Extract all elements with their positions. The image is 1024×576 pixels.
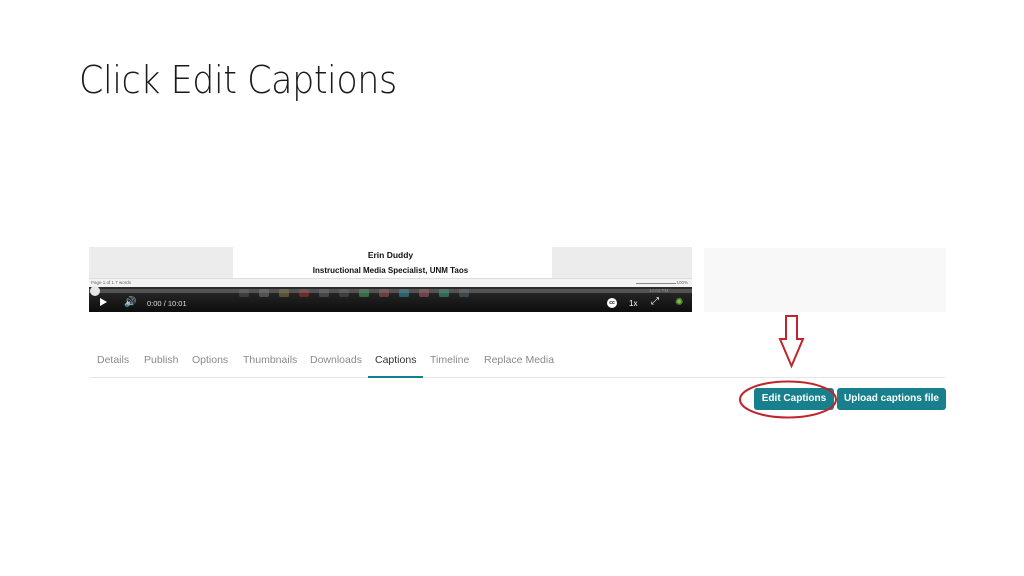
media-tabs: Details Publish Options Thumbnails Downl… (89, 348, 946, 378)
edit-captions-button[interactable]: Edit Captions (754, 388, 834, 410)
tab-downloads[interactable]: Downloads (310, 354, 362, 378)
side-panel (704, 248, 946, 312)
status-left-text: Page 1 of 1 7 words (91, 280, 132, 285)
progress-bar[interactable] (89, 289, 692, 293)
tab-options[interactable]: Options (192, 354, 228, 378)
upload-captions-file-button[interactable]: Upload captions file (837, 388, 946, 410)
zoom-slider (636, 283, 676, 284)
doc-subheading: Instructional Media Specialist, UNM Taos (312, 266, 469, 275)
video-frame: Erin Duddy Instructional Media Specialis… (89, 247, 692, 278)
speed-button[interactable]: 1x (629, 299, 637, 308)
scrub-handle[interactable] (90, 286, 100, 296)
tab-details[interactable]: Details (97, 354, 129, 378)
fullscreen-icon[interactable]: ⤢ (651, 296, 659, 307)
time-display: 0:00 / 10:01 (147, 299, 187, 308)
slide-title: Click Edit Captions (79, 58, 397, 102)
video-player[interactable]: Erin Duddy Instructional Media Specialis… (89, 247, 692, 312)
tab-timeline[interactable]: Timeline (430, 354, 469, 378)
tab-replace-media[interactable]: Replace Media (484, 354, 554, 378)
tab-publish[interactable]: Publish (144, 354, 178, 378)
doc-heading: Erin Duddy (367, 250, 414, 260)
volume-icon[interactable]: 🔊 (124, 297, 136, 308)
closed-captions-icon[interactable]: cc (607, 298, 617, 308)
word-status-bar: Page 1 of 1 7 words 100% (89, 278, 692, 287)
status-zoom-text: 100% (676, 280, 688, 285)
current-time: 0:00 (147, 299, 162, 308)
duration: / 10:01 (163, 299, 187, 308)
kaltura-logo-icon[interactable]: ✺ (675, 297, 683, 308)
play-icon[interactable] (100, 298, 107, 306)
tab-thumbnails[interactable]: Thumbnails (243, 354, 297, 378)
tab-captions[interactable]: Captions (368, 354, 424, 378)
